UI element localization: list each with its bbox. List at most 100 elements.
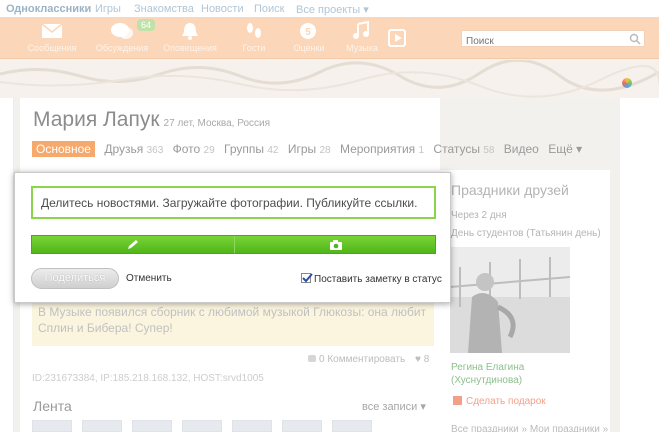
- toolbar-guests[interactable]: Гости: [227, 21, 281, 53]
- top-link-news[interactable]: Новости: [201, 3, 244, 15]
- bell-icon: [182, 23, 198, 40]
- attach-toolbar: [31, 235, 436, 254]
- search-box: [461, 30, 645, 49]
- play-icon[interactable]: [388, 29, 406, 47]
- header-decoration: [0, 60, 659, 98]
- toolbar-label: Гости: [242, 43, 266, 53]
- tab-groups[interactable]: Группы 42: [224, 142, 278, 156]
- chat-bubbles-icon: [111, 23, 133, 39]
- tab-friends[interactable]: Друзья 363: [104, 142, 163, 156]
- like-count[interactable]: ♥ 8: [415, 354, 429, 365]
- feed-thumb[interactable]: [332, 420, 372, 432]
- tab-games[interactable]: Игры 28: [288, 142, 331, 156]
- top-link-search[interactable]: Поиск: [254, 3, 284, 15]
- tab-label: Мероприятия: [339, 142, 416, 156]
- post-placeholder: Делитесь новостями. Загружайте фотографи…: [41, 196, 418, 210]
- footprints-icon: [247, 23, 261, 38]
- tab-label: Видео: [503, 142, 539, 156]
- tab-main[interactable]: Основное: [32, 141, 95, 157]
- friend-photo[interactable]: [450, 247, 570, 353]
- status-text: В Музыке появился сборник с любимой музы…: [38, 305, 427, 335]
- holidays-more-links[interactable]: Все праздники » Мои праздники »: [451, 424, 608, 432]
- toolbar-notifications[interactable]: Оповещения: [163, 21, 217, 53]
- search-input[interactable]: [462, 34, 622, 49]
- feed-title: Лента: [33, 398, 72, 414]
- feed-thumb[interactable]: [232, 420, 272, 432]
- main-toolbar: Сообщения Обсуждения 64 Оповещения Гости…: [0, 17, 659, 59]
- discussions-count-badge: 64: [137, 19, 156, 31]
- toolbar-label: Музыка: [346, 43, 378, 53]
- top-link-dating[interactable]: Знакомства: [134, 3, 194, 15]
- tab-label: Друзья: [104, 142, 144, 156]
- toolbar-label: Оповещения: [163, 43, 217, 53]
- pencil-icon: [128, 240, 138, 249]
- toolbar-label: Оценки: [293, 43, 325, 53]
- top-link-games[interactable]: Игры: [95, 3, 121, 15]
- profile-details: 27 лет, Москва, Россия: [163, 118, 271, 129]
- holidays-title: Праздники друзей: [451, 182, 569, 198]
- holiday-when: Через 2 дня: [451, 210, 507, 221]
- tab-label: Группы: [224, 142, 264, 156]
- top-link-all-projects[interactable]: Все проекты ▾: [296, 3, 369, 16]
- feed-thumb[interactable]: [182, 420, 222, 432]
- comment-icon: [308, 355, 316, 362]
- status-box: В Музыке появился сборник с любимой музы…: [32, 301, 434, 346]
- make-gift-link[interactable]: Сделать подарок: [453, 396, 546, 407]
- status-checkbox-row[interactable]: Поставить заметку в статус: [301, 273, 442, 285]
- color-wheel-icon[interactable]: [622, 78, 632, 88]
- music-note-icon: [353, 21, 369, 39]
- post-text-field[interactable]: Делитесь новостями. Загружайте фотографи…: [31, 186, 436, 219]
- toolbar-messages[interactable]: Сообщения: [25, 21, 79, 53]
- share-button[interactable]: Поделиться: [31, 268, 119, 289]
- decorative-pattern: [0, 60, 659, 98]
- tab-count: 29: [203, 145, 215, 156]
- tab-photos[interactable]: Фото 29: [173, 142, 215, 156]
- site-name-link[interactable]: Одноклассники: [6, 3, 91, 15]
- top-links-bar: Одноклассники Игры Знакомства Новости По…: [0, 0, 659, 17]
- svg-text:5: 5: [305, 27, 311, 38]
- tab-statuses[interactable]: Статусы 58: [433, 142, 494, 156]
- gift-icon: [453, 396, 462, 405]
- comment-link[interactable]: 0 Комментировать: [308, 354, 405, 365]
- tab-count: 58: [483, 145, 495, 156]
- tab-more[interactable]: Ещё ▾: [548, 142, 582, 156]
- tab-label: Игры: [287, 142, 317, 156]
- feed-thumb[interactable]: [32, 420, 72, 432]
- post-popup: Делитесь новостями. Загружайте фотографи…: [14, 172, 451, 303]
- comment-label: 0 Комментировать: [319, 354, 406, 365]
- tab-label: Основное: [36, 142, 91, 156]
- cancel-link[interactable]: Отменить: [126, 273, 172, 284]
- add-photo-button[interactable]: [235, 236, 437, 253]
- feed-thumb[interactable]: [132, 420, 172, 432]
- feed-thumbnails: [32, 420, 432, 432]
- toolbar-ratings[interactable]: 5 Оценки: [282, 21, 336, 53]
- toolbar-label: Сообщения: [27, 43, 77, 53]
- search-icon[interactable]: [629, 33, 641, 45]
- feed-thumb[interactable]: [82, 420, 122, 432]
- profile-tabs: Основное Друзья 363 Фото 29 Группы 42 Иг…: [32, 141, 588, 159]
- status-checkbox-label: Поставить заметку в статус: [314, 274, 442, 285]
- friend-photo-image: [450, 247, 570, 353]
- tab-count: 1: [418, 145, 425, 156]
- feed-thumb[interactable]: [282, 420, 322, 432]
- tab-count: 42: [267, 145, 279, 156]
- camera-icon: [330, 240, 342, 250]
- feed-all-link[interactable]: все записи ▾: [362, 400, 426, 413]
- tab-label: Ещё ▾: [548, 142, 583, 156]
- tab-label: Статусы: [433, 142, 480, 156]
- envelope-icon: [41, 23, 63, 38]
- tab-count: 28: [319, 145, 331, 156]
- checkmark-icon: [302, 273, 313, 283]
- left-column: [0, 98, 14, 432]
- holiday-friend-name[interactable]: Регина Елагина (Хуснутдинова): [451, 361, 591, 387]
- rating-icon: 5: [300, 23, 316, 39]
- play-triangle-icon: [395, 34, 402, 42]
- write-note-button[interactable]: [32, 236, 234, 253]
- tab-events[interactable]: Мероприятия 1: [340, 142, 424, 156]
- tab-video[interactable]: Видео: [504, 142, 539, 156]
- toolbar-music[interactable]: Музыка: [335, 21, 389, 53]
- gift-link-label: Сделать подарок: [466, 396, 546, 407]
- debug-meta: ID:231673384, IP:185.218.168.132, HOST:s…: [32, 373, 264, 384]
- like-count-value: 8: [423, 354, 430, 365]
- status-checkbox[interactable]: [301, 273, 313, 283]
